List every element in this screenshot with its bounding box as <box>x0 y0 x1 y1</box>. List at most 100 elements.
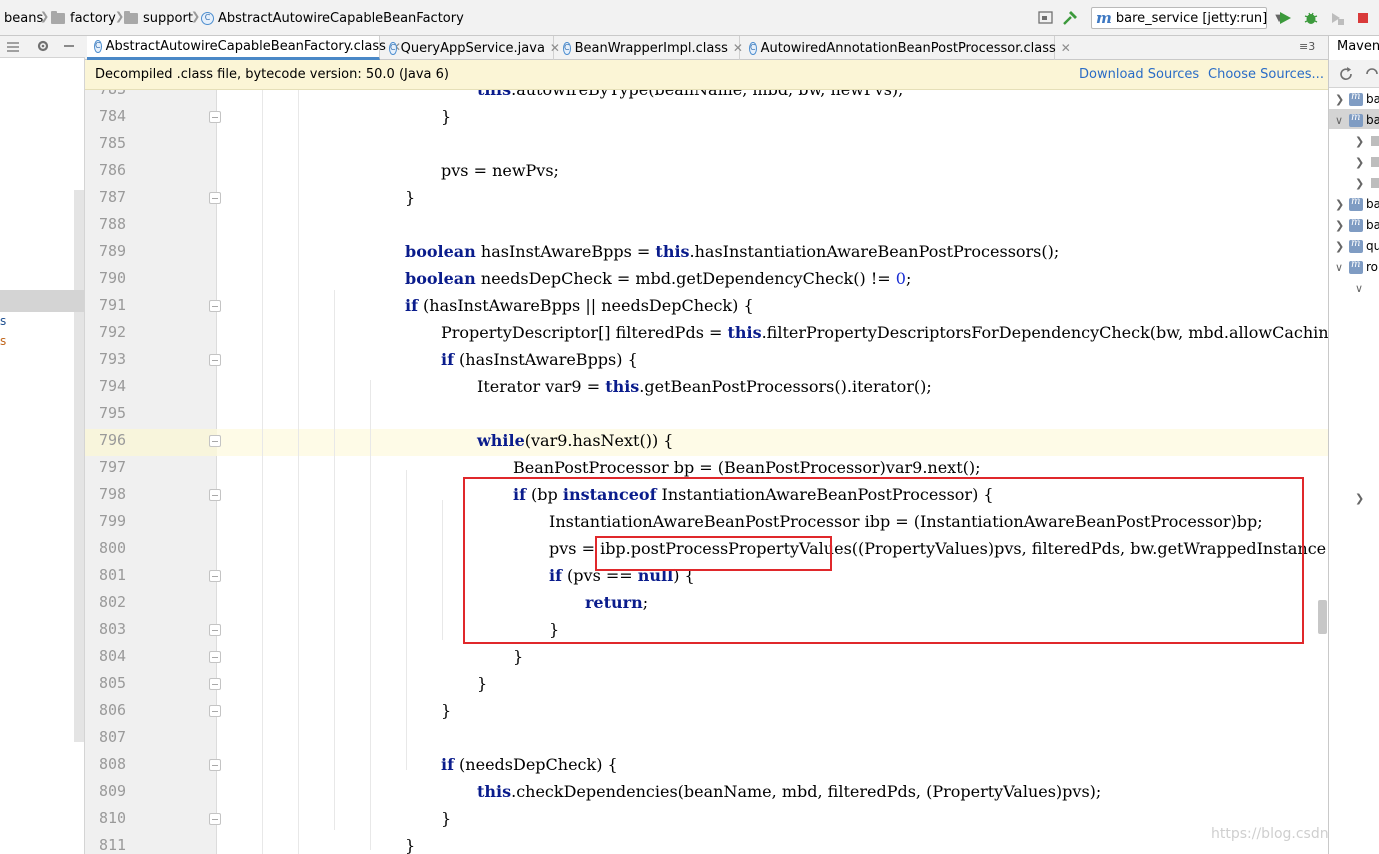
refresh-icon[interactable] <box>1338 66 1354 86</box>
hide-panel-icon[interactable] <box>62 39 76 57</box>
fold-marker-icon[interactable] <box>209 300 221 312</box>
maven-project-label: ba <box>1366 113 1379 127</box>
project-panel-scrollbar[interactable] <box>74 190 84 742</box>
download-sources-link[interactable]: Download Sources <box>1079 67 1199 82</box>
maven-tree-row[interactable]: ❯ <box>1355 132 1379 150</box>
code-line: this.checkDependencies(beanName, mbd, fi… <box>477 782 1101 801</box>
fold-marker-icon[interactable] <box>209 651 221 663</box>
tab-bean-wrapper-impl[interactable]: C BeanWrapperImpl.class ✕ <box>556 36 743 60</box>
maven-panel-title[interactable]: Maven <box>1337 39 1379 54</box>
chevron-right-icon[interactable]: ❯ <box>1335 219 1345 232</box>
coverage-icon[interactable] <box>1329 10 1345 26</box>
editor-scrollbar-thumb[interactable] <box>1318 600 1327 634</box>
choose-sources-link[interactable]: Choose Sources... <box>1208 67 1324 82</box>
chevron-down-icon[interactable]: ∨ <box>1355 282 1365 295</box>
reimport-icon[interactable] <box>1364 66 1379 86</box>
project-item-label[interactable]: s <box>0 334 6 348</box>
line-number: 783 <box>99 90 129 98</box>
breadcrumb-item-factory[interactable]: factory <box>51 9 116 27</box>
debug-icon[interactable] <box>1303 10 1319 26</box>
line-number: 787 <box>99 188 127 206</box>
maven-project-label: ro <box>1366 260 1379 274</box>
maven-tree-row[interactable]: ❯ qu <box>1335 237 1379 255</box>
banner-message: Decompiled .class file, bytecode version… <box>95 67 449 82</box>
line-number: 789 <box>99 242 127 260</box>
project-selected-row[interactable] <box>0 290 84 312</box>
code-line: if (hasInstAwareBpps) { <box>441 350 638 369</box>
breadcrumb-label: beans <box>4 10 44 26</box>
chevron-down-icon[interactable]: ∨ <box>1335 114 1345 127</box>
collapse-all-icon[interactable] <box>6 39 20 57</box>
class-icon: C <box>94 40 102 53</box>
breadcrumb-label: support <box>143 10 193 26</box>
line-number: 803 <box>99 620 127 638</box>
maven-tree-row[interactable]: ❯ ba <box>1335 216 1379 234</box>
project-panel-toolbar <box>0 36 85 58</box>
maven-tree-row[interactable]: ∨ <box>1355 279 1365 297</box>
breadcrumb-item-beans[interactable]: beans <box>4 9 43 27</box>
current-line-highlight <box>85 429 1328 456</box>
fold-marker-icon[interactable] <box>209 489 221 501</box>
fold-marker-icon[interactable] <box>209 111 221 123</box>
tab-label: AbstractAutowireCapableBeanFactory.class <box>105 39 386 54</box>
close-icon[interactable]: ✕ <box>1061 41 1071 55</box>
fold-marker-icon[interactable] <box>209 678 221 690</box>
line-number: 811 <box>99 836 127 854</box>
fold-marker-icon[interactable] <box>209 813 221 825</box>
code-line: } <box>441 701 451 720</box>
gear-icon[interactable] <box>36 39 50 57</box>
chevron-right-icon[interactable]: ❯ <box>1335 198 1345 211</box>
chevron-right-icon[interactable]: ❯ <box>1355 492 1365 505</box>
fold-marker-icon[interactable] <box>209 435 221 447</box>
project-item-label[interactable]: s <box>0 314 6 328</box>
code-line: } <box>477 674 487 693</box>
fold-marker-icon[interactable] <box>209 354 221 366</box>
fold-marker-icon[interactable] <box>209 624 221 636</box>
code-line: boolean needsDepCheck = mbd.getDependenc… <box>405 269 911 288</box>
fold-marker-icon[interactable] <box>209 570 221 582</box>
line-number: 788 <box>99 215 127 233</box>
run-icon[interactable] <box>1277 10 1293 26</box>
run-configuration-dropdown[interactable]: m bare_service [jetty:run] ▼ <box>1091 7 1283 29</box>
chevron-right-icon: ❯ <box>191 10 201 23</box>
code-token: .checkDependencies(beanName, mbd, filter… <box>511 782 1102 801</box>
line-number: 785 <box>99 134 127 152</box>
build-hammer-icon[interactable] <box>1062 10 1078 26</box>
chevron-right-icon[interactable]: ❯ <box>1355 156 1365 169</box>
breadcrumb-item-class[interactable]: C AbstractAutowireCapableBeanFactory <box>201 9 464 27</box>
breadcrumb-label: AbstractAutowireCapableBeanFactory <box>218 10 464 26</box>
maven-tree-row[interactable]: ❯ ba <box>1335 195 1379 213</box>
maven-tree-row[interactable]: ∨ ba <box>1335 111 1379 129</box>
fold-marker-icon[interactable] <box>209 192 221 204</box>
line-number: 794 <box>99 377 127 395</box>
stop-icon[interactable] <box>1355 10 1371 26</box>
tab-autowired-annotation-bean-post-processor[interactable]: C AutowiredAnnotationBeanPostProcessor.c… <box>742 36 1071 60</box>
tab-abstract-autowire-capable-bean-factory[interactable]: C AbstractAutowireCapableBeanFactory.cla… <box>87 36 401 60</box>
fold-marker-icon[interactable] <box>209 705 221 717</box>
folder-icon <box>1371 178 1379 188</box>
line-number: 809 <box>99 782 127 800</box>
code-editor[interactable]: this.autowireByType(beanName, mbd, bw, n… <box>85 90 1328 854</box>
code-token: (needsDepCheck) { <box>453 755 618 774</box>
code-keyword: if <box>441 755 454 774</box>
tab-overflow-button[interactable]: ≡3 <box>1299 40 1315 53</box>
chevron-down-icon[interactable]: ∨ <box>1335 261 1345 274</box>
chevron-right-icon[interactable]: ❯ <box>1335 240 1345 253</box>
folder-icon <box>1371 136 1379 146</box>
maven-tree-row[interactable]: ❯ ba <box>1335 90 1379 108</box>
chevron-right-icon[interactable]: ❯ <box>1355 177 1365 190</box>
chevron-right-icon[interactable]: ❯ <box>1335 93 1345 106</box>
tab-label: BeanWrapperImpl.class <box>574 40 728 56</box>
fold-marker-icon[interactable] <box>209 759 221 771</box>
maven-tree-row[interactable]: ❯ <box>1355 153 1379 171</box>
code-keyword: boolean <box>405 242 476 261</box>
breadcrumb-item-support[interactable]: support <box>124 9 193 27</box>
maven-tree-row[interactable]: ❯ <box>1355 489 1365 507</box>
maven-project-label: qu <box>1366 239 1379 253</box>
tab-query-app-service[interactable]: C QueryAppService.java ✕ <box>382 36 560 60</box>
indent-guide <box>298 90 299 854</box>
maven-tree-row[interactable]: ∨ ro <box>1335 258 1378 276</box>
chevron-right-icon[interactable]: ❯ <box>1355 135 1365 148</box>
project-structure-icon[interactable] <box>1038 10 1054 26</box>
maven-tree-row[interactable]: ❯ <box>1355 174 1379 192</box>
